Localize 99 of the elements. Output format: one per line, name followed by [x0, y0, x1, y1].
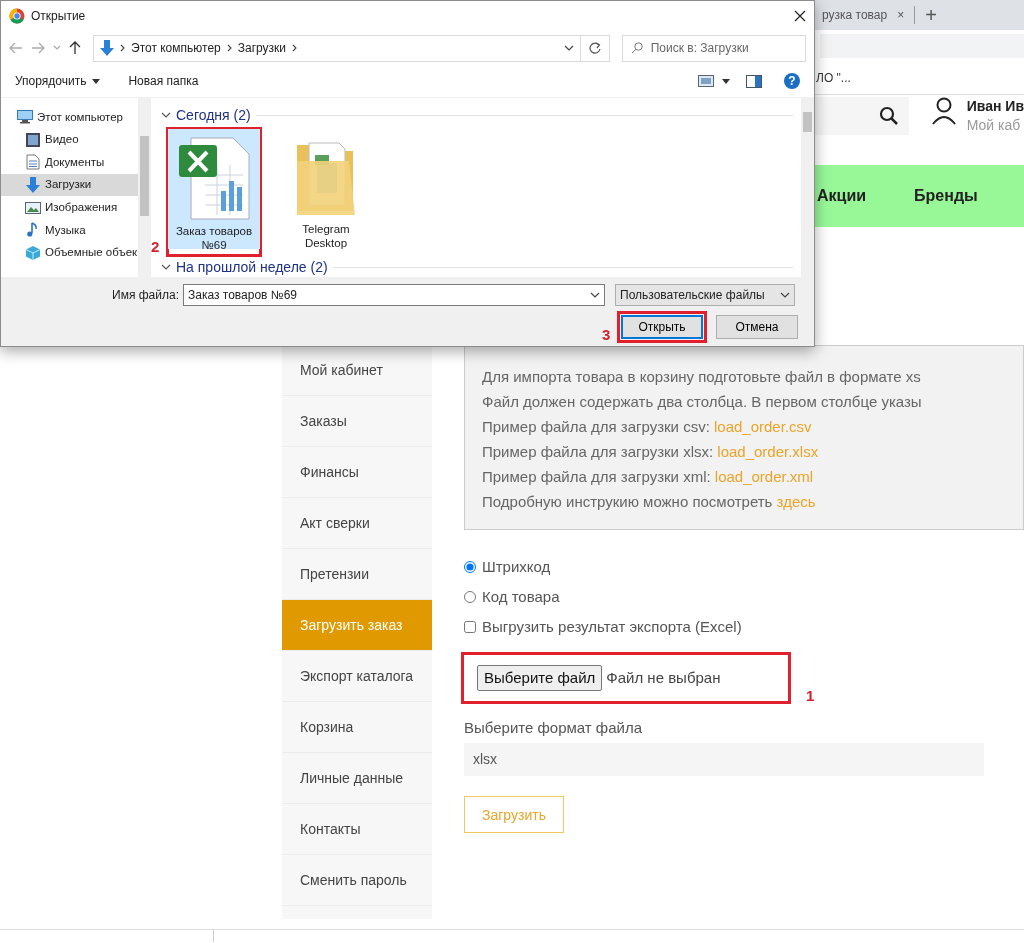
user-icon[interactable]	[930, 97, 957, 125]
nav-pane-label: Музыка	[45, 222, 86, 238]
file-type-select[interactable]: Пользовательские файлы	[615, 284, 795, 306]
spreadsheet-file-icon	[177, 135, 251, 221]
step-number: 1	[806, 686, 815, 706]
sidebar-item[interactable]: Экспорт каталога	[282, 651, 432, 702]
app-logo-icon	[9, 8, 25, 24]
file-name: Заказ товаров №69	[174, 224, 254, 252]
downloads-folder-icon	[25, 177, 41, 194]
choose-file-button[interactable]: Выберите файл	[477, 664, 603, 692]
dropdown-chevron-icon[interactable]	[563, 45, 574, 51]
close-icon[interactable]	[794, 10, 806, 22]
nav-link[interactable]: Акции	[817, 184, 867, 208]
filename-field[interactable]: Заказ товаров №69	[183, 284, 605, 306]
download-arrow-icon	[100, 40, 114, 56]
up-arrow-icon[interactable]	[69, 41, 81, 55]
refresh-button[interactable]	[580, 34, 610, 62]
sidebar-item[interactable]: Акт сверки	[282, 498, 432, 549]
radio-button[interactable]	[464, 561, 476, 573]
step-number: 2	[151, 237, 160, 257]
format-select[interactable]: xlsx	[464, 742, 984, 776]
video-folder-icon	[25, 131, 41, 148]
address-field[interactable]: Этот компьютер Загрузки	[93, 34, 581, 62]
search-icon	[630, 42, 643, 54]
option-label: Выгрузить результат экспорта (Excel)	[482, 616, 742, 637]
sidebar-item[interactable]: Сменить пароль	[282, 855, 432, 906]
nav-pane-item[interactable]: Объемные объек	[1, 241, 138, 265]
dialog-title: Открытие	[31, 8, 86, 25]
path-segment[interactable]: Загрузки	[237, 39, 287, 57]
dialog-button[interactable]: Открыть	[621, 315, 703, 339]
group-header[interactable]: Сегодня (2)	[176, 104, 251, 126]
chevron-icon	[120, 44, 125, 52]
chevron-icon	[292, 44, 298, 52]
sidebar-item[interactable]: Корзина	[282, 702, 432, 753]
option-label: Код товара	[482, 586, 560, 607]
new-folder-button[interactable]: Новая папка	[128, 72, 199, 90]
file-item[interactable]: Заказ товаров №69	[168, 129, 260, 249]
bookmark-link[interactable]: ЛО "...	[816, 69, 851, 87]
sidebar-item[interactable]: Заказы	[282, 396, 432, 447]
nav-pane-label: Загрузки	[45, 177, 92, 193]
nav-pane-item[interactable]: Музыка	[1, 218, 138, 242]
option-label: Штрихкод	[482, 556, 551, 577]
scrollbar[interactable]	[801, 98, 814, 277]
group-header[interactable]: На прошлой неделе (2)	[176, 256, 328, 278]
file-status: Файл не выбран	[606, 667, 721, 688]
dialog-button[interactable]: Отмена	[716, 315, 798, 339]
file-item[interactable]: Telegram Desktop	[280, 127, 372, 247]
nav-pane-item[interactable]: Видео	[1, 128, 138, 152]
documents-folder-icon	[25, 154, 41, 171]
info-text: Файл должен содержать два столбца. В первом столбце указы	[482, 392, 923, 412]
filename-value: Заказ товаров №69	[188, 287, 298, 304]
radio-button[interactable]	[464, 591, 476, 603]
collapse-chevron-icon[interactable]	[161, 112, 171, 118]
file-name: Telegram Desktop	[301, 222, 351, 250]
nav-pane-item[interactable]: Изображения	[1, 196, 138, 219]
info-text: Пример файла для загрузки xlsx: load_order.xlsx	[482, 442, 820, 462]
view-options-icon[interactable]	[698, 75, 714, 87]
collapse-chevron-icon[interactable]	[161, 264, 171, 270]
field-label: Имя файла:	[111, 287, 180, 304]
help-button[interactable]: ?	[784, 73, 800, 89]
nav-pane-label: Видео	[45, 132, 79, 148]
search-placeholder: Поиск в: Загрузки	[650, 40, 749, 57]
computer-folder-icon	[17, 109, 33, 126]
scrollbar[interactable]	[138, 98, 151, 277]
sidebar-item[interactable]: Личные данные	[282, 753, 432, 804]
info-text: Подробную инструкию можно посмотреть здесь	[482, 492, 817, 512]
info-text: Пример файла для загрузки csv: load_order.csv	[482, 417, 813, 437]
nav-pane-label: Этот компьютер	[37, 109, 123, 125]
path-segment[interactable]: Этот компьютер	[131, 39, 221, 57]
caret-icon	[92, 78, 101, 84]
nav-pane-label: Документы	[45, 154, 105, 170]
info-text: Для импорта товара в корзину подготовьте файл в формате xs	[482, 367, 922, 387]
dropdown-chevron-icon[interactable]	[590, 292, 600, 298]
caret-icon[interactable]	[722, 78, 730, 84]
sidebar-item[interactable]: Финансы	[282, 447, 432, 498]
objects-folder-icon	[25, 244, 41, 261]
step-number: 3	[602, 325, 611, 345]
new-tab-button[interactable]: +	[925, 0, 937, 30]
search-field[interactable]: Поиск в: Загрузки	[621, 34, 806, 62]
sidebar-item[interactable]: Контакты	[282, 804, 432, 855]
nav-pane-item[interactable]: Этот компьютер	[1, 106, 138, 129]
nav-pane-item[interactable]: Загрузки	[1, 173, 138, 197]
checkbox[interactable]	[464, 621, 476, 633]
dropdown-chevron-icon	[780, 292, 790, 298]
chevron-icon	[226, 44, 232, 52]
organize-menu[interactable]: Упорядочить	[15, 72, 101, 90]
refresh-icon	[588, 42, 601, 54]
tab-title[interactable]: рузка товар	[822, 6, 888, 24]
nav-pane-label: Изображения	[45, 200, 118, 216]
search-icon[interactable]	[878, 106, 899, 126]
nav-pane-label: Объемные объек	[45, 245, 138, 261]
info-text: Пример файла для загрузки xml: load_order.xml	[482, 467, 815, 487]
tab-close-button[interactable]: ×	[897, 6, 905, 24]
field-label: Выберите формат файла	[464, 718, 644, 738]
nav-link[interactable]: Бренды	[914, 184, 978, 208]
pictures-folder-icon	[25, 199, 41, 216]
nav-pane-item[interactable]: Документы	[1, 151, 138, 174]
user-name: Иван Ив	[966, 97, 1024, 115]
preview-pane-icon[interactable]	[746, 74, 762, 88]
